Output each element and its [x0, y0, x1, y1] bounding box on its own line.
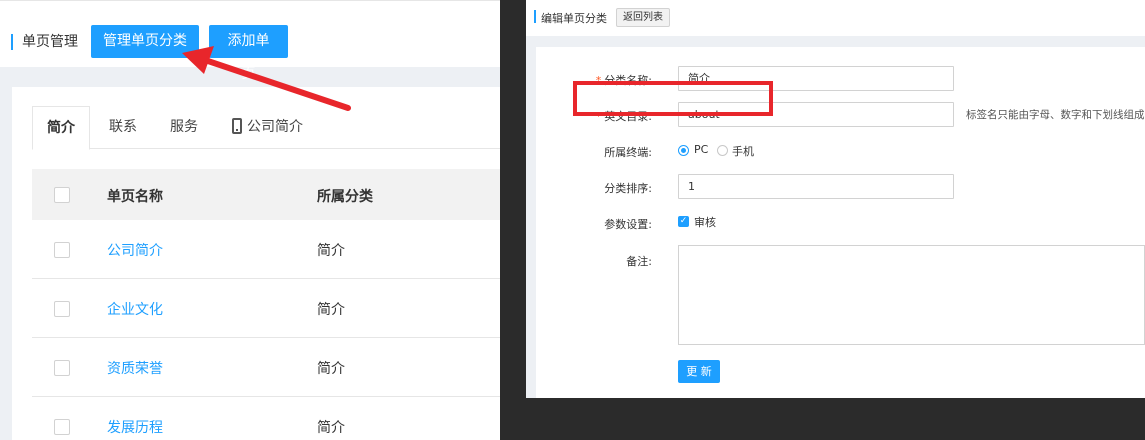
title-accent-bar	[534, 10, 536, 23]
page-name-link[interactable]: 资质荣誉	[107, 358, 163, 378]
remark-label: 备注:	[626, 255, 652, 268]
remark-textarea[interactable]	[678, 245, 1145, 345]
terminal-pc-radio[interactable]	[678, 145, 689, 156]
column-header-category: 所属分类	[317, 189, 373, 205]
page-title: 单页管理	[22, 34, 78, 50]
select-all-checkbox[interactable]	[54, 187, 70, 203]
edit-header: 编辑单页分类 返回列表	[526, 0, 1145, 36]
row-checkbox[interactable]	[54, 419, 70, 435]
table-row: 公司简介 简介	[32, 220, 500, 279]
page-category: 简介	[317, 361, 345, 377]
tab-contact[interactable]: 联系	[109, 106, 137, 149]
page-list-card: 简介 联系 服务 公司简介 单页名称 所属分类 公司简介 简介 企业文化 简介	[12, 87, 500, 440]
row-checkbox[interactable]	[54, 242, 70, 258]
page-name-link[interactable]: 企业文化	[107, 299, 163, 319]
page-name-link[interactable]: 公司简介	[107, 240, 163, 260]
table-row: 资质荣誉 简介	[32, 338, 500, 397]
sort-label: 分类排序:	[604, 182, 652, 195]
terminal-mobile-radio[interactable]	[717, 145, 728, 156]
table-row: 发展历程 简介	[32, 397, 500, 440]
terminal-mobile-label: 手机	[732, 145, 754, 158]
audit-checkbox-label: 审核	[694, 216, 716, 229]
tab-intro[interactable]: 简介	[32, 106, 90, 150]
table-row: 企业文化 简介	[32, 279, 500, 338]
edit-category-panel: 编辑单页分类 返回列表 * 分类名称: 简介 * 英文目录: about 标签名只能…	[526, 0, 1145, 398]
row-checkbox[interactable]	[54, 360, 70, 376]
annotation-highlight-box	[573, 81, 773, 116]
audit-checkbox[interactable]: ✓	[678, 216, 689, 227]
page-list-panel: 单页管理 管理单页分类 添加单页 简介 联系 服务 公司简介 单页名称 所属分类…	[0, 0, 500, 440]
terminal-pc-label: PC	[694, 143, 709, 156]
page-category: 简介	[317, 243, 345, 259]
params-label: 参数设置:	[604, 218, 652, 231]
edit-title: 编辑单页分类	[541, 12, 607, 25]
column-header-name: 单页名称	[107, 189, 163, 205]
page-category: 简介	[317, 302, 345, 318]
terminal-label: 所属终端:	[604, 146, 652, 159]
annotation-arrow-icon	[182, 46, 351, 111]
table-header: 单页名称 所属分类	[32, 169, 500, 220]
sort-input[interactable]: 1	[678, 174, 954, 199]
page-name-link[interactable]: 发展历程	[107, 417, 163, 437]
update-button[interactable]: 更 新	[678, 360, 720, 383]
row-checkbox[interactable]	[54, 301, 70, 317]
title-accent-bar	[11, 34, 13, 50]
back-to-list-button[interactable]: 返回列表	[616, 8, 670, 27]
english-dir-hint: 标签名只能由字母、数字和下划线组成	[966, 109, 1145, 121]
mobile-phone-icon	[232, 118, 242, 134]
tab-company-intro-label: 公司简介	[247, 119, 303, 135]
page-category: 简介	[317, 420, 345, 436]
